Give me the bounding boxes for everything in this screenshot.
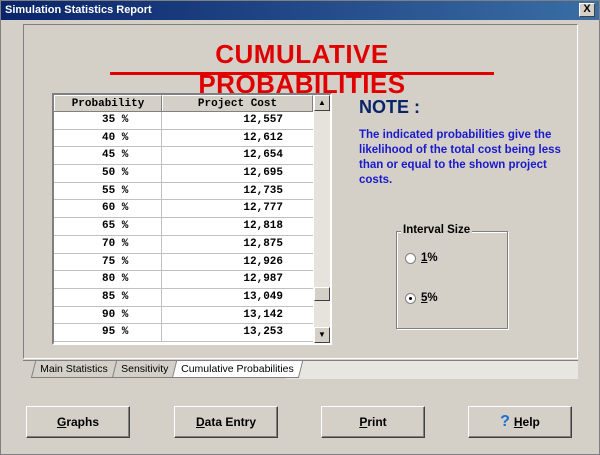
- button-label: rint: [367, 415, 387, 429]
- scroll-thumb[interactable]: [314, 287, 330, 301]
- button-accel: G: [56, 415, 67, 429]
- button-label: elp: [522, 415, 540, 429]
- table-row[interactable]: 90 % 13,142: [54, 306, 313, 325]
- table-row[interactable]: 95 % 13,253: [54, 324, 313, 342]
- tab-label: Cumulative Probabilities: [181, 363, 294, 375]
- interval-radio-5[interactable]: 5 %: [405, 292, 438, 304]
- radio-icon[interactable]: [405, 252, 416, 264]
- project-cost-cell: 12,654: [243, 149, 283, 162]
- arrow-up-icon: ▲: [318, 98, 326, 107]
- title-bar[interactable]: Simulation Statistics Report X: [1, 1, 599, 20]
- vertical-scrollbar[interactable]: ▲ ▼: [314, 95, 330, 343]
- print-button[interactable]: Print: [321, 406, 425, 438]
- data-entry-button[interactable]: Data Entry: [174, 406, 278, 438]
- probability-cell: 50 %: [54, 165, 162, 182]
- probability-cell: 45 %: [54, 147, 162, 165]
- arrow-down-icon: ▼: [318, 330, 326, 339]
- window-title: Simulation Statistics Report: [5, 4, 152, 16]
- table-header: Probability Project Cost: [54, 95, 313, 112]
- project-cost-cell: 13,142: [243, 308, 283, 321]
- tab-main-statistics[interactable]: Main Statistics: [30, 361, 117, 378]
- probability-cell: 60 %: [54, 200, 162, 218]
- tab-strip: Main Statistics Sensitivity Cumulative P…: [30, 361, 303, 379]
- project-cost-cell: 13,253: [243, 326, 283, 339]
- help-icon: ?: [500, 413, 510, 430]
- table-row[interactable]: 50 % 12,695: [54, 165, 313, 183]
- table-row[interactable]: 75 % 12,926: [54, 253, 313, 272]
- interval-size-group: Interval Size 1 % 5 %: [396, 224, 508, 329]
- graphs-button[interactable]: Graphs: [26, 406, 130, 438]
- scroll-up-button[interactable]: ▲: [314, 95, 330, 111]
- radio-label: %: [427, 292, 438, 304]
- probability-cell: 70 %: [54, 235, 162, 253]
- cumulative-probabilities-panel: CUMULATIVE PROBABILITIES Probability Pro…: [23, 24, 578, 359]
- button-accel: H: [513, 415, 523, 429]
- table-row[interactable]: 85 % 13,049: [54, 288, 313, 307]
- project-cost-cell: 13,049: [243, 290, 283, 303]
- column-header-probability[interactable]: Probability: [54, 95, 162, 111]
- tab-cumulative-probabilities[interactable]: Cumulative Probabilities: [171, 361, 303, 378]
- table-row[interactable]: 35 % 12,557: [54, 112, 313, 130]
- page-title: CUMULATIVE PROBABILITIES: [198, 39, 406, 99]
- tab-label: Sensitivity: [120, 363, 169, 375]
- table-row[interactable]: 55 % 12,735: [54, 182, 313, 201]
- probability-cell: 40 %: [54, 129, 162, 147]
- probability-cell: 90 %: [54, 306, 162, 324]
- column-header-project-cost[interactable]: Project Cost: [162, 95, 313, 111]
- table-row[interactable]: 65 % 12,818: [54, 218, 313, 236]
- project-cost-cell: 12,818: [243, 220, 283, 233]
- button-accel: D: [195, 415, 205, 429]
- button-label: ata Entry: [204, 415, 257, 429]
- project-cost-cell: 12,612: [243, 131, 283, 144]
- tab-label: Main Statistics: [40, 363, 108, 375]
- probability-cell: 80 %: [54, 271, 162, 288]
- radio-label: %: [427, 252, 438, 264]
- probability-cell: 35 %: [54, 112, 162, 129]
- project-cost-cell: 12,557: [243, 114, 283, 126]
- probability-cell: 85 %: [54, 288, 162, 306]
- interval-radio-1[interactable]: 1 %: [405, 252, 438, 264]
- project-cost-cell: 12,777: [243, 202, 283, 215]
- tab-sensitivity[interactable]: Sensitivity: [111, 361, 178, 378]
- note-text: The indicated probabilities give the lik…: [359, 129, 561, 186]
- project-cost-cell: 12,987: [243, 273, 283, 286]
- project-cost-cell: 12,875: [243, 237, 283, 250]
- probability-cell: 65 %: [54, 218, 162, 235]
- note-title: NOTE :: [359, 97, 420, 117]
- button-label: raphs: [66, 415, 100, 429]
- project-cost-cell: 12,735: [243, 184, 283, 197]
- project-cost-cell: 12,695: [243, 167, 283, 180]
- table-body: 35 % 12,557 40 % 12,612 45 % 12,654 50 % 12,695…: [54, 112, 313, 342]
- report-window: Simulation Statistics Report X CUMULATIV…: [0, 0, 600, 455]
- interval-size-title: Interval Size: [401, 224, 473, 236]
- probability-cell: 55 %: [54, 182, 162, 200]
- table-row[interactable]: 70 % 12,875: [54, 235, 313, 254]
- scroll-down-button[interactable]: ▼: [314, 327, 330, 343]
- radio-checked-icon[interactable]: [405, 292, 416, 304]
- table-row[interactable]: 60 % 12,777: [54, 200, 313, 219]
- probability-cell: 75 %: [54, 253, 162, 271]
- help-button[interactable]: ? Help: [468, 406, 572, 438]
- table-row[interactable]: 45 % 12,654: [54, 147, 313, 166]
- table-row[interactable]: 80 % 12,987: [54, 271, 313, 289]
- table-row[interactable]: 40 % 12,612: [54, 129, 313, 148]
- probability-cell: 95 %: [54, 324, 162, 341]
- close-button[interactable]: X: [579, 3, 595, 17]
- table-viewport: Probability Project Cost 35 % 12,557 40 % 1…: [54, 95, 313, 343]
- title-underline: [110, 72, 494, 75]
- tab-strip-background: [286, 361, 578, 379]
- project-cost-cell: 12,926: [243, 255, 283, 268]
- probability-table: Probability Project Cost 35 % 12,557 40 % 1…: [52, 93, 332, 345]
